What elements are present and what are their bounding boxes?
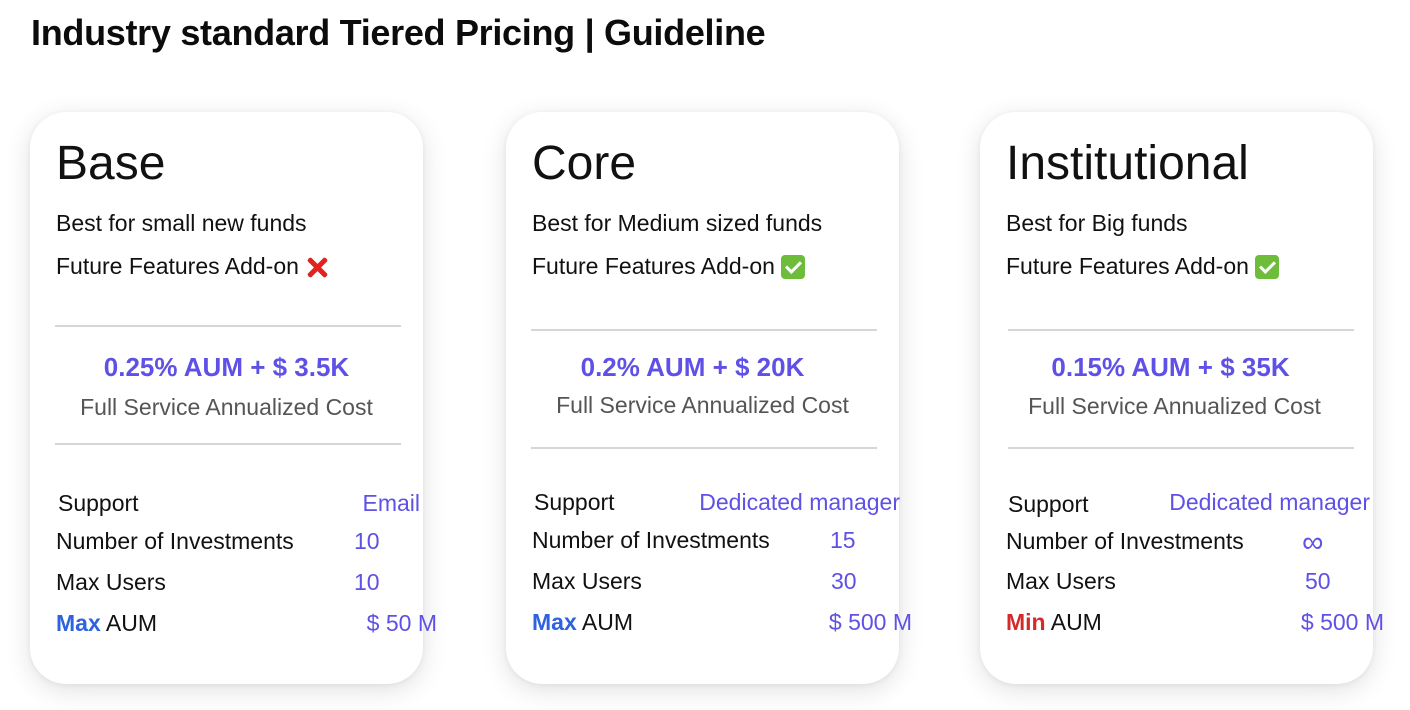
support-value: Dedicated manager (1169, 489, 1370, 515)
support-row: Support Dedicated manager (1006, 489, 1370, 519)
aum-limit-type: Max (532, 609, 577, 635)
check-mark-icon (780, 254, 805, 279)
investments-label: Number of Investments (56, 528, 294, 554)
users-value: 50 (1305, 568, 1331, 594)
tier-description: Best for small new funds (56, 210, 307, 236)
support-label: Support (534, 489, 615, 515)
aum-row: Min AUM $ 500 M (1006, 609, 1384, 639)
investments-row: Number of Investments ∞ (1006, 528, 1360, 558)
divider (55, 443, 401, 445)
addon-label: Future Features Add-on (532, 253, 775, 279)
investments-value: 15 (830, 527, 856, 553)
price: 0.25% AUM + $ 3.5K (103, 352, 350, 382)
addon-label: Future Features Add-on (1006, 253, 1249, 279)
divider (1008, 329, 1354, 331)
cross-mark-icon (305, 255, 329, 279)
divider (531, 447, 877, 449)
aum-label: AUM (581, 609, 633, 635)
investments-label: Number of Investments (1006, 528, 1244, 554)
price: 0.2% AUM + $ 20K (580, 352, 805, 382)
aum-limit-type: Min (1006, 609, 1046, 635)
addon-row: Future Features Add-on (56, 253, 329, 280)
divider (1008, 447, 1354, 449)
aum-label-group: Max AUM (56, 610, 157, 637)
aum-value: $ 500 M (828, 609, 912, 635)
aum-limit-type: Max (56, 610, 101, 636)
support-value: Email (362, 490, 420, 516)
tier-description: Best for Medium sized funds (532, 210, 823, 236)
aum-value: $ 500 M (1300, 609, 1384, 635)
users-label: Max Users (56, 569, 166, 595)
users-value: 30 (831, 568, 857, 594)
page-title: Industry standard Tiered Pricing | Guide… (31, 12, 766, 53)
price-caption: Full Service Annualized Cost (556, 392, 849, 418)
users-label: Max Users (1006, 568, 1116, 594)
support-value: Dedicated manager (699, 489, 900, 515)
addon-row: Future Features Add-on (1006, 253, 1279, 280)
investments-row: Number of Investments 10 (56, 528, 410, 558)
pricing-card-core: Core Best for Medium sized funds Future … (506, 112, 912, 684)
divider (531, 329, 877, 331)
aum-label-group: Max AUM (532, 609, 633, 636)
tier-description: Best for Big funds (1006, 210, 1188, 236)
investments-row: Number of Investments 15 (532, 527, 886, 557)
addon-label: Future Features Add-on (56, 253, 299, 279)
pricing-card-institutional: Institutional Best for Big funds Future … (980, 112, 1384, 684)
tier-name: Core (532, 137, 637, 190)
price-caption: Full Service Annualized Cost (1028, 393, 1321, 419)
support-row: Support Email (56, 490, 420, 520)
support-label: Support (58, 490, 139, 516)
support-row: Support Dedicated manager (532, 489, 900, 519)
check-mark-icon (1254, 254, 1279, 279)
users-label: Max Users (532, 568, 642, 594)
tier-name: Base (56, 137, 166, 190)
tier-name: Institutional (1006, 137, 1249, 190)
pricing-card-base: Base Best for small new funds Future Fea… (30, 112, 437, 684)
aum-row: Max AUM $ 500 M (532, 609, 912, 639)
price: 0.15% AUM + $ 35K (1051, 352, 1290, 382)
aum-value: $ 50 M (366, 610, 437, 636)
investments-value: 10 (354, 528, 380, 554)
aum-row: Max AUM $ 50 M (56, 610, 437, 640)
users-row: Max Users 10 (56, 569, 410, 599)
infinity-icon: ∞ (1302, 526, 1324, 559)
support-label: Support (1008, 491, 1089, 517)
aum-label: AUM (1050, 609, 1102, 635)
users-value: 10 (354, 569, 380, 595)
price-caption: Full Service Annualized Cost (80, 394, 373, 420)
aum-label-group: Min AUM (1006, 609, 1102, 636)
users-row: Max Users 50 (1006, 568, 1360, 598)
divider (55, 325, 401, 327)
investments-label: Number of Investments (532, 527, 770, 553)
addon-row: Future Features Add-on (532, 253, 805, 280)
aum-label: AUM (105, 610, 157, 636)
users-row: Max Users 30 (532, 568, 886, 598)
